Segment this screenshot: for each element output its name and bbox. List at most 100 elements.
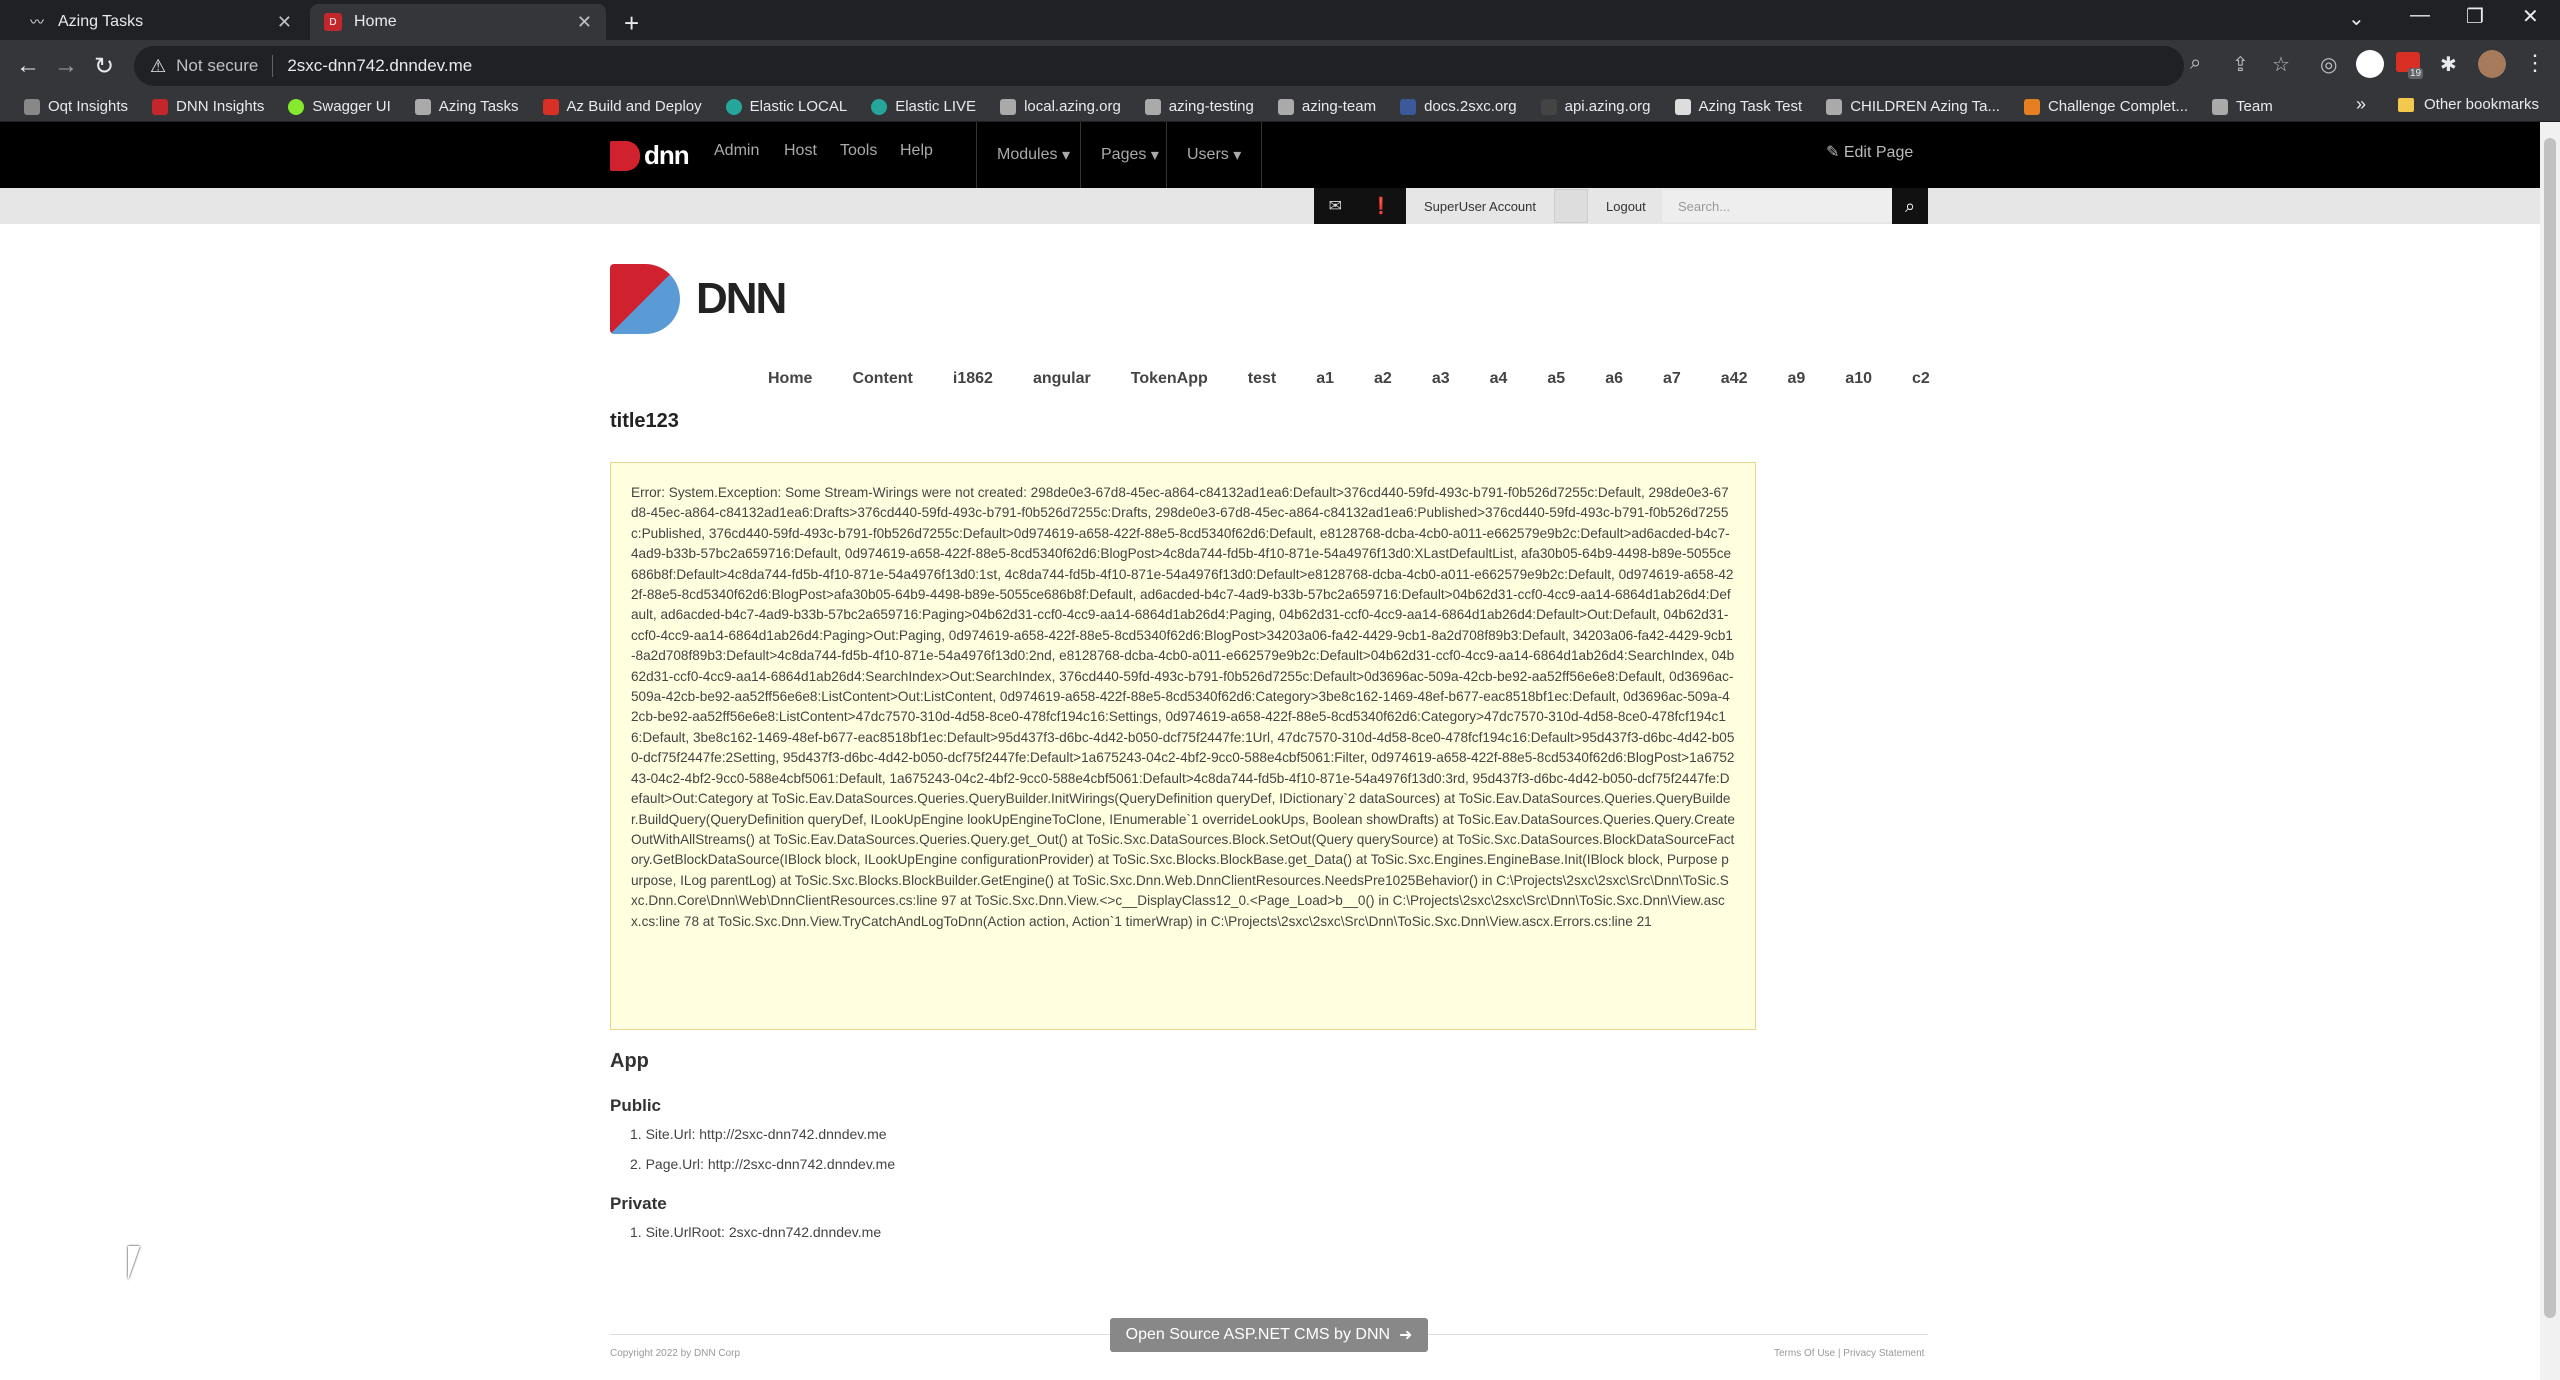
forward-icon[interactable]: → bbox=[54, 52, 78, 80]
page-scrollbar[interactable] bbox=[2540, 122, 2560, 1380]
browser-tab-strip: 〰 Azing Tasks ✕ D Home ✕ + ⌄ — ❐ ✕ bbox=[0, 0, 2560, 40]
close-icon[interactable]: ✕ bbox=[277, 12, 292, 33]
menu-help[interactable]: Help bbox=[900, 142, 933, 160]
tab-home[interactable]: D Home ✕ bbox=[310, 4, 606, 40]
bookmark-item[interactable]: CHILDREN Azing Ta... bbox=[1826, 98, 2000, 115]
nav-item[interactable]: a3 bbox=[1432, 370, 1450, 388]
menu-tools[interactable]: Tools bbox=[840, 142, 877, 160]
dnn-cms-button[interactable]: Open Source ASP.NET CMS by DNN ➜ bbox=[1110, 1318, 1428, 1352]
bookmark-item[interactable]: azing-testing bbox=[1144, 98, 1254, 115]
reload-icon[interactable]: ↻ bbox=[94, 52, 114, 81]
bookmark-item[interactable]: Oqt Insights bbox=[24, 98, 128, 115]
nav-item[interactable]: a7 bbox=[1663, 370, 1681, 388]
bookmarks-bar: Oqt Insights DNN Insights Swagger UI Azi… bbox=[0, 92, 2560, 122]
url-text[interactable]: 2sxc-dnn742.dnndev.me bbox=[287, 56, 472, 76]
profile-avatar[interactable] bbox=[2478, 50, 2506, 78]
footer-links[interactable]: Terms Of Use | Privacy Statement bbox=[1774, 1348, 1924, 1359]
kebab-menu-icon[interactable]: ⋮ bbox=[2524, 50, 2546, 76]
nav-item[interactable]: a5 bbox=[1547, 370, 1565, 388]
window-close-icon[interactable]: ✕ bbox=[2522, 4, 2539, 29]
bookmark-item[interactable]: api.azing.org bbox=[1540, 98, 1651, 115]
share-icon[interactable]: ⇪ bbox=[2232, 52, 2249, 77]
nav-item[interactable]: Home bbox=[768, 370, 812, 388]
user-area: SuperUser Account Logout bbox=[1406, 188, 1664, 224]
menu-users[interactable]: Users ▾ bbox=[1166, 122, 1263, 188]
media-icon[interactable] bbox=[2356, 50, 2384, 78]
notification-icons: ✉ ❗ bbox=[1314, 188, 1406, 224]
other-bookmarks[interactable]: Other bookmarks bbox=[2398, 96, 2539, 113]
search-input[interactable]: Search... bbox=[1662, 190, 1892, 222]
bookmark-item[interactable]: Azing Tasks bbox=[414, 98, 519, 115]
public-heading: Public bbox=[610, 1096, 662, 1115]
extension-icon[interactable]: ◎ bbox=[2320, 52, 2337, 77]
nav-item[interactable]: a2 bbox=[1374, 370, 1392, 388]
security-status[interactable]: Not secure bbox=[176, 56, 258, 76]
nav-item[interactable]: a10 bbox=[1845, 370, 1872, 388]
nav-item[interactable]: i1862 bbox=[953, 370, 993, 388]
bookmarks-overflow-button[interactable]: » bbox=[2356, 94, 2366, 115]
tab-azing-tasks[interactable]: 〰 Azing Tasks ✕ bbox=[14, 4, 306, 40]
bookmark-item[interactable]: Team bbox=[2212, 98, 2273, 115]
folder-icon bbox=[2398, 97, 2414, 112]
swagger-icon bbox=[288, 98, 305, 115]
nav-item[interactable]: test bbox=[1248, 370, 1276, 388]
user-name-link[interactable]: SuperUser Account bbox=[1406, 199, 1554, 214]
nav-item[interactable]: a4 bbox=[1490, 370, 1508, 388]
back-icon[interactable]: ← bbox=[16, 52, 40, 80]
bookmark-item[interactable]: Az Build and Deploy bbox=[542, 98, 702, 115]
search-icon[interactable]: ⌕ bbox=[1892, 188, 1928, 224]
docs-icon bbox=[1400, 98, 1417, 115]
menu-pages[interactable]: Pages ▾ bbox=[1080, 122, 1179, 188]
bookmark-item[interactable]: Challenge Complet... bbox=[2023, 98, 2188, 115]
bookmark-icon bbox=[24, 98, 40, 115]
nav-item[interactable]: a1 bbox=[1316, 370, 1334, 388]
close-icon[interactable]: ✕ bbox=[577, 12, 592, 33]
azing-a-icon bbox=[1674, 98, 1691, 115]
dnn-icon: D bbox=[324, 13, 342, 31]
list-item: 1. Site.UrlRoot: 2sxc-dnn742.dnndev.me bbox=[630, 1224, 882, 1240]
nav-item[interactable]: angular bbox=[1033, 370, 1091, 388]
tab-title: Azing Tasks bbox=[58, 13, 144, 30]
bookmark-item[interactable]: DNN Insights bbox=[152, 98, 264, 115]
divider bbox=[272, 55, 274, 77]
azing-icon bbox=[1277, 98, 1294, 115]
nav-item[interactable]: c2 bbox=[1912, 370, 1930, 388]
copyright: Copyright 2022 by DNN Corp bbox=[610, 1348, 741, 1359]
bookmark-item[interactable]: docs.2sxc.org bbox=[1400, 98, 1517, 115]
avatar[interactable] bbox=[1554, 189, 1589, 223]
azing-icon bbox=[1144, 98, 1161, 115]
azing-icon bbox=[2212, 98, 2229, 115]
bookmark-star-icon[interactable]: ☆ bbox=[2272, 52, 2290, 77]
zoom-icon[interactable]: ⌕ bbox=[2190, 52, 2201, 75]
scrollbar-thumb[interactable] bbox=[2544, 138, 2556, 1318]
address-bar[interactable]: ⚠ Not secure 2sxc-dnn742.dnndev.me bbox=[134, 46, 2184, 86]
persona-logo[interactable]: dnn bbox=[610, 140, 690, 171]
tab-search-icon[interactable]: ⌄ bbox=[2348, 6, 2365, 31]
bookmark-item[interactable]: azing-team bbox=[1277, 98, 1376, 115]
restore-icon[interactable]: ❐ bbox=[2466, 4, 2484, 29]
bookmark-item[interactable]: Elastic LOCAL bbox=[725, 98, 847, 115]
bookmark-item[interactable]: local.azing.org bbox=[1000, 98, 1121, 115]
nav-item[interactable]: TokenApp bbox=[1131, 370, 1208, 388]
bookmark-item[interactable]: Azing Task Test bbox=[1674, 98, 1802, 115]
nav-item[interactable]: a6 bbox=[1605, 370, 1623, 388]
site-logo[interactable]: DNN bbox=[610, 264, 787, 334]
nav-item[interactable]: a9 bbox=[1788, 370, 1806, 388]
mail-icon[interactable]: ✉ bbox=[1329, 196, 1342, 216]
browser-toolbar: ← → ↻ ⚠ Not secure 2sxc-dnn742.dnndev.me… bbox=[0, 40, 2560, 92]
menu-modules[interactable]: Modules ▾ bbox=[976, 122, 1090, 188]
error-message: Error: System.Exception: Some Stream-Wir… bbox=[610, 462, 1756, 1030]
minimize-icon[interactable]: — bbox=[2410, 4, 2430, 27]
nav-item[interactable]: a42 bbox=[1721, 370, 1748, 388]
puzzle-icon[interactable]: ✱ bbox=[2440, 52, 2457, 77]
new-tab-icon[interactable]: + bbox=[624, 8, 639, 39]
edit-page-button[interactable]: ✎ Edit Page bbox=[1826, 142, 1913, 162]
alert-icon[interactable]: ❗ bbox=[1371, 196, 1391, 216]
bookmark-item[interactable]: Elastic LIVE bbox=[871, 98, 976, 115]
nav-item[interactable]: Content bbox=[852, 370, 912, 388]
menu-admin[interactable]: Admin bbox=[714, 142, 759, 160]
azing-icon bbox=[414, 98, 431, 115]
bookmark-item[interactable]: Swagger UI bbox=[288, 98, 391, 115]
menu-host[interactable]: Host bbox=[784, 142, 817, 160]
logout-link[interactable]: Logout bbox=[1588, 199, 1664, 214]
